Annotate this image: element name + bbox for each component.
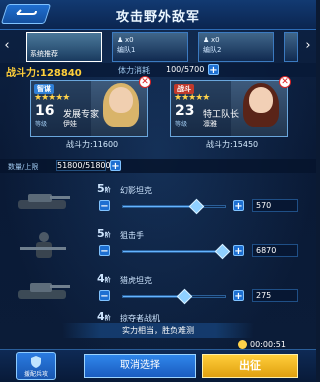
slider-fill	[123, 296, 183, 297]
slider-handle[interactable]	[214, 243, 231, 260]
increase-button[interactable]: +	[233, 290, 244, 302]
tab-scene	[285, 33, 297, 61]
officer-card-1[interactable]: 智谋 ★★★★★ 16 等级 发展专家 伊娃 ✕	[30, 76, 151, 137]
decrease-button[interactable]: −	[99, 200, 110, 212]
assist-button[interactable]: 援配兵攻	[16, 352, 56, 380]
tab-squad-3[interactable]	[284, 32, 298, 62]
quantity-slider[interactable]	[122, 243, 231, 260]
cancel-selection-button[interactable]: 取消选择	[84, 354, 196, 378]
tab-count: x0	[125, 36, 134, 44]
officer-name: 凛雅	[203, 120, 217, 128]
tab-label: 系统推荐	[30, 50, 58, 58]
unit-tier: 4阶	[97, 310, 111, 323]
tab-label: 编队2	[203, 46, 222, 54]
level-label: 等级	[35, 121, 48, 128]
capacity-add-button[interactable]: +	[110, 160, 121, 172]
squad-tabs: ‹ 系统推荐 ♟ x0 编队1 ♟ x0 编队2 ›	[0, 31, 316, 63]
unit-row: 4阶 掠夺者战机	[0, 308, 316, 324]
quantity-field[interactable]: 6870	[252, 244, 298, 257]
officer-level: 23	[175, 103, 195, 119]
slider-handle[interactable]	[188, 198, 205, 215]
tank-icon	[18, 194, 70, 209]
decrease-button[interactable]: −	[99, 290, 110, 302]
battle-estimate: 实力相当，胜负难测	[62, 323, 254, 338]
capacity-label: 数量/上限	[8, 163, 39, 171]
slider-fill	[123, 251, 221, 252]
shield-icon	[31, 356, 41, 368]
officer-level: 16	[35, 103, 55, 119]
increase-button[interactable]: +	[233, 200, 244, 212]
bottom-bar: 援配兵攻 取消选择 出征	[0, 349, 316, 382]
stamina-value: 100/5700	[166, 65, 205, 74]
page-title: 攻击野外敌军	[115, 10, 200, 25]
unit-row: 5阶 狙击手 − + 6870	[0, 225, 316, 271]
stat-line: 战斗力:128840 体力消耗 100/5700 +	[0, 63, 316, 79]
unit-row: 5阶 幻影坦克 − + 570	[0, 180, 316, 226]
decrease-button[interactable]: −	[99, 245, 110, 257]
clock-icon	[238, 340, 247, 349]
sniper-icon	[20, 232, 66, 258]
remove-officer-icon[interactable]: ✕	[279, 76, 291, 88]
officer-portrait	[231, 81, 287, 136]
stamina-label: 体力消耗	[118, 66, 150, 75]
tab-label: 编队1	[117, 46, 136, 54]
level-label: 等级	[175, 121, 188, 128]
assist-label: 援配兵攻	[23, 371, 48, 378]
tab-next-icon[interactable]: ›	[303, 37, 313, 55]
header: 攻击野外敌军	[0, 0, 316, 30]
unit-name: 幻影坦克	[120, 186, 152, 195]
officer-card-2[interactable]: 战斗 ★★★★★ 23 等级 特工队长 凛雅 ✕	[170, 76, 291, 137]
march-timer: 00:00:51	[238, 340, 286, 349]
increase-button[interactable]: +	[233, 245, 244, 257]
officer-portrait	[91, 81, 147, 136]
quantity-field[interactable]: 275	[252, 289, 298, 302]
quantity-slider[interactable]	[122, 198, 226, 215]
stamina-add-button[interactable]: +	[208, 64, 219, 76]
star-rating: ★★★★★	[174, 93, 210, 103]
troop-capacity: 数量/上限 51800/51800 +	[0, 159, 316, 173]
unit-tier: 5阶	[97, 182, 111, 195]
unit-tier: 5阶	[97, 227, 111, 240]
tank-icon	[18, 283, 70, 299]
unit-tier: 4阶	[97, 272, 111, 285]
unit-name: 狙击手	[120, 231, 144, 240]
slider-handle[interactable]	[176, 288, 193, 305]
capacity-value: 51800/51800	[56, 160, 111, 171]
quantity-field[interactable]: 570	[252, 199, 298, 212]
soldier-icon: ♟	[203, 36, 210, 44]
quantity-slider[interactable]	[122, 288, 226, 305]
slider-fill	[123, 206, 195, 207]
face	[249, 87, 273, 113]
tab-system-recommend[interactable]: 系统推荐	[26, 32, 102, 62]
officer-power-2: 战斗力:15450	[206, 140, 259, 149]
face	[109, 87, 133, 113]
unit-name: 猎虎坦克	[120, 276, 152, 285]
tab-prev-icon[interactable]: ‹	[2, 37, 12, 55]
total-power: 战斗力:128840	[6, 68, 82, 79]
officer-name: 伊娃	[63, 120, 77, 128]
star-rating: ★★★★★	[34, 93, 70, 103]
tab-squad-2[interactable]: ♟ x0 编队2	[198, 32, 274, 62]
tab-squad-1[interactable]: ♟ x0 编队1	[112, 32, 188, 62]
tab-count: x0	[211, 36, 220, 44]
remove-officer-icon[interactable]: ✕	[139, 76, 151, 88]
soldier-icon: ♟	[117, 36, 124, 44]
officer-power-1: 战斗力:11600	[66, 140, 119, 149]
march-button[interactable]: 出征	[202, 354, 298, 378]
